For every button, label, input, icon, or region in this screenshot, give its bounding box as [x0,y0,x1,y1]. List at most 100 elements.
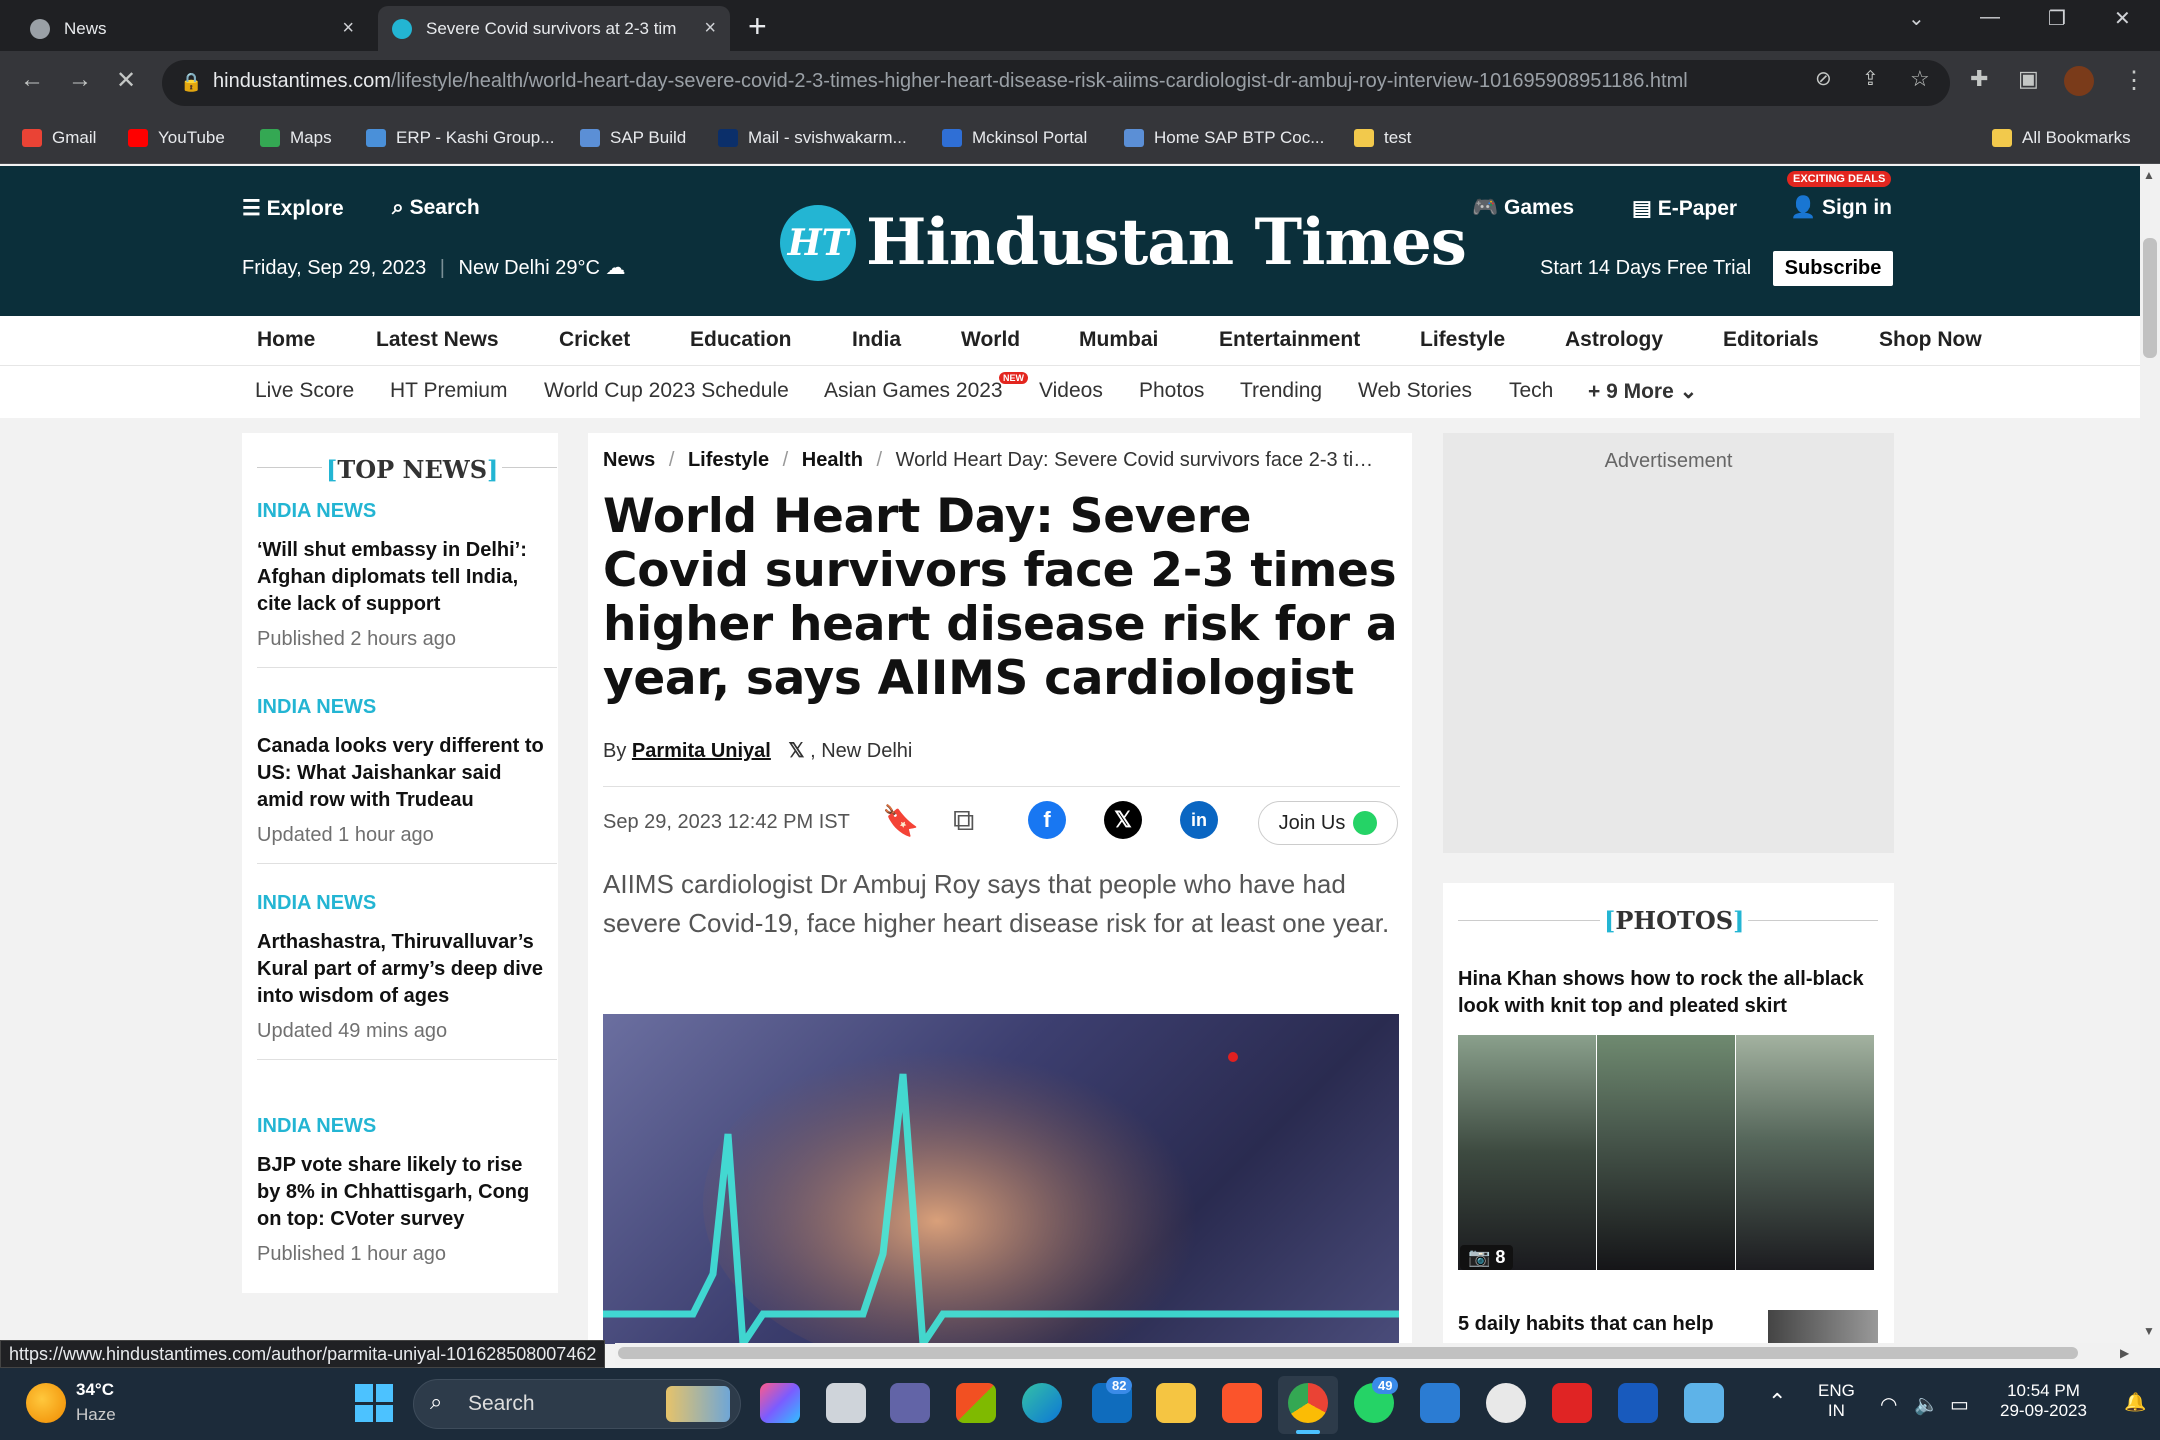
scroll-down-icon[interactable]: ▼ [2143,1324,2155,1338]
breadcrumb-health[interactable]: Health [802,449,863,471]
edge-icon[interactable] [1022,1383,1062,1423]
task-view-icon[interactable] [826,1383,866,1423]
nav-photos[interactable]: Photos [1139,379,1204,403]
vscode-icon[interactable] [1420,1383,1460,1423]
nav-lifestyle[interactable]: Lifestyle [1420,328,1505,352]
bookmark-erp[interactable]: ERP - Kashi Group... [366,122,554,154]
wifi-icon[interactable]: ◠ [1880,1392,1897,1417]
window-close-icon[interactable]: ✕ [2114,6,2131,31]
bookmark-maps[interactable]: Maps [260,122,332,154]
nav-shop-now[interactable]: Shop Now [1879,328,1982,352]
x-share-icon[interactable]: 𝕏 [1104,801,1142,839]
scroll-up-icon[interactable]: ▲ [2143,168,2155,182]
app-icon-red[interactable] [1552,1383,1592,1423]
file-explorer-icon[interactable] [1156,1383,1196,1423]
store-icon[interactable] [956,1383,996,1423]
nav-home[interactable]: Home [257,328,315,352]
nav-entertainment[interactable]: Entertainment [1219,328,1360,352]
clock[interactable]: 10:54 PM 29-09-2023 [2000,1381,2087,1421]
forward-icon[interactable]: → [68,66,92,94]
news-category[interactable]: INDIA NEWS [257,500,557,523]
nav-india[interactable]: India [852,328,901,352]
new-tab-button[interactable]: + [748,8,767,45]
breadcrumb-news[interactable]: News [603,449,655,471]
nav-latest-news[interactable]: Latest News [376,328,499,352]
bookmark-mckinsol[interactable]: Mckinsol Portal [942,122,1087,154]
facebook-share-icon[interactable]: f [1028,801,1066,839]
next-story-headline[interactable]: 5 daily habits that can help [1458,1313,1714,1336]
free-trial-text[interactable]: Start 14 Days Free Trial [1540,257,1751,280]
news-headline[interactable]: Canada looks very different to US: What … [257,733,547,814]
nav-astrology[interactable]: Astrology [1565,328,1663,352]
bookmark-sap-build[interactable]: SAP Build [580,122,686,154]
nav-ht-premium[interactable]: HT Premium [390,379,507,403]
advertisement-slot[interactable] [1443,433,1894,853]
weather-sun-icon[interactable] [26,1383,66,1423]
back-icon[interactable]: ← [20,66,44,94]
nav-mumbai[interactable]: Mumbai [1079,328,1158,352]
games-link[interactable]: 🎮 Games [1472,196,1574,220]
subscribe-button[interactable]: Subscribe [1773,251,1893,286]
restore-icon[interactable]: ❐ [2048,6,2066,31]
news-category[interactable]: INDIA NEWS [257,892,557,915]
extensions-icon[interactable]: ✚ [1970,66,1988,92]
bookmark-gmail[interactable]: Gmail [22,122,96,154]
battery-icon[interactable]: ▭ [1950,1392,1969,1417]
news-category[interactable]: INDIA NEWS [257,1115,547,1138]
ht-logo-mark[interactable]: HT [780,205,856,281]
news-category[interactable]: INDIA NEWS [257,696,557,719]
horizontal-scroll-thumb[interactable] [618,1347,2078,1359]
close-icon[interactable]: × [342,17,354,40]
app-icon[interactable] [1486,1383,1526,1423]
tab-news[interactable]: News × [16,6,368,51]
menu-kebab-icon[interactable]: ⋮ [2122,66,2146,95]
author-link[interactable]: Parmita Uniyal [632,740,771,762]
url-text[interactable]: hindustantimes.com/lifestyle/health/worl… [213,70,1688,93]
taskbar-weather[interactable]: Haze [76,1405,116,1425]
list-item[interactable]: INDIA NEWS Arthashastra, Thiruvalluvar’s… [257,892,557,1060]
nav-asian-games[interactable]: Asian Games 2023 [824,379,1003,403]
photo-thumbnail[interactable] [1597,1035,1735,1270]
site-logo[interactable]: Hindustan Times [866,205,1467,280]
nav-editorials[interactable]: Editorials [1723,328,1819,352]
nav-videos[interactable]: Videos [1039,379,1103,403]
taskbar-temp[interactable]: 34°C [76,1380,114,1400]
tab-active-article[interactable]: Severe Covid survivors at 2-3 tim × [378,6,730,51]
breadcrumb-lifestyle[interactable]: Lifestyle [688,449,769,471]
signin-link[interactable]: 👤 Sign in [1790,196,1892,220]
photo-story-headline[interactable]: Hina Khan shows how to rock the all-blac… [1458,966,1878,1020]
list-item[interactable]: INDIA NEWS Canada looks very different t… [257,696,557,864]
linkedin-share-icon[interactable]: in [1180,801,1218,839]
profile-avatar[interactable] [2064,66,2094,96]
notepad-icon[interactable] [1684,1383,1724,1423]
nav-live-score[interactable]: Live Score [255,379,354,403]
nav-trending[interactable]: Trending [1240,379,1322,403]
notification-icon[interactable]: 🔔 [2124,1392,2146,1413]
photo-thumbnail[interactable] [1736,1035,1874,1270]
teams-icon[interactable] [890,1383,930,1423]
start-windows-icon[interactable] [355,1384,393,1422]
article-hero-image[interactable] [603,1014,1399,1344]
bookmark-icon[interactable]: 🔖 [882,804,919,839]
side-panel-icon[interactable]: ▣ [2018,66,2039,92]
scroll-right-icon[interactable]: ▶ [2120,1346,2129,1360]
tab-search-icon[interactable]: ⌄ [1908,6,1925,31]
word-icon[interactable] [1618,1383,1658,1423]
vertical-scroll-thumb[interactable] [2143,238,2157,358]
epaper-link[interactable]: ▤ E-Paper [1632,196,1737,221]
nav-world-cup-schedule[interactable]: World Cup 2023 Schedule [544,379,789,403]
x-twitter-icon[interactable]: 𝕏 [788,740,804,762]
news-headline[interactable]: Arthashastra, Thiruvalluvar’s Kural part… [257,929,547,1010]
close-icon[interactable]: × [704,17,716,40]
nav-world[interactable]: World [961,328,1020,352]
nav-education[interactable]: Education [690,328,792,352]
bookmark-star-icon[interactable]: ☆ [1910,66,1930,92]
news-headline[interactable]: ‘Will shut embassy in Delhi’: Afghan dip… [257,537,547,618]
bookmark-mail[interactable]: Mail - svishwakarm... [718,122,907,154]
bookmark-sap-btp[interactable]: Home SAP BTP Coc... [1124,122,1324,154]
volume-icon[interactable]: 🔈 [1914,1392,1939,1417]
nav-web-stories[interactable]: Web Stories [1358,379,1472,403]
explore-button[interactable]: ☰ Explore [242,196,344,221]
all-bookmarks[interactable]: All Bookmarks [1992,122,2131,154]
nav-more[interactable]: + 9 More ⌄ [1588,379,1697,404]
